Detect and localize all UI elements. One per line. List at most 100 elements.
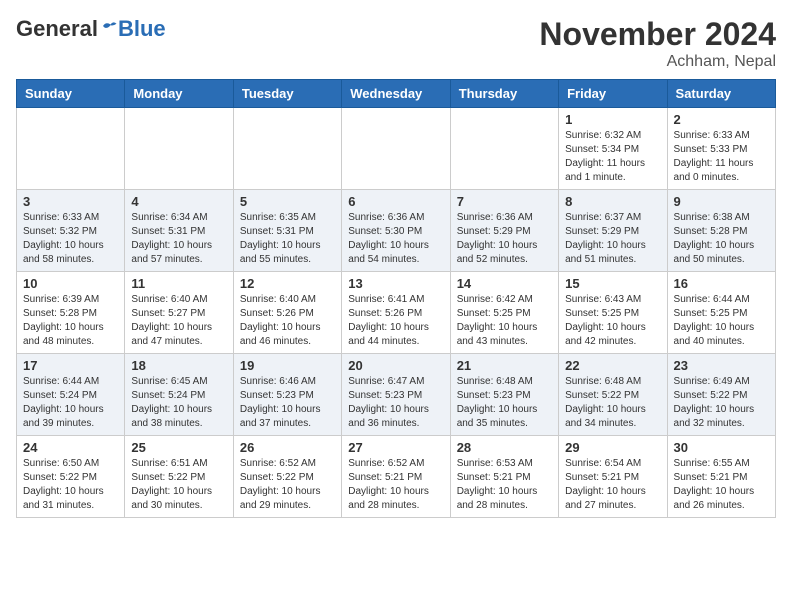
day-info: Sunrise: 6:41 AM Sunset: 5:26 PM Dayligh…	[348, 293, 443, 349]
calendar-cell: 5 Sunrise: 6:35 AM Sunset: 5:31 PM Daylig…	[233, 190, 341, 272]
calendar-cell: 21 Sunrise: 6:48 AM Sunset: 5:23 PM Dayli…	[450, 354, 558, 436]
calendar-cell: 18Sunrise: 6:45 AM Sunset: 5:24 PM Dayli…	[125, 354, 233, 436]
day-header-thursday: Thursday	[450, 80, 558, 108]
calendar-cell: 19 Sunrise: 6:46 AM Sunset: 5:23 PM Dayli…	[233, 354, 341, 436]
calendar-header-row: SundayMondayTuesdayWednesdayThursdayFrid…	[17, 80, 776, 108]
day-number: 1	[565, 112, 660, 127]
calendar-cell	[17, 108, 125, 190]
day-number: 9	[674, 194, 769, 209]
day-number: 24	[23, 440, 118, 455]
day-number: 28	[457, 440, 552, 455]
day-number: 6	[348, 194, 443, 209]
day-number: 7	[457, 194, 552, 209]
day-info: Sunrise: 6:52 AM Sunset: 5:21 PM Dayligh…	[348, 457, 443, 513]
day-number: 20	[348, 358, 443, 373]
day-info: Sunrise: 6:32 AM Sunset: 5:34 PM Dayligh…	[565, 129, 660, 185]
calendar-cell: 10Sunrise: 6:39 AM Sunset: 5:28 PM Dayli…	[17, 272, 125, 354]
calendar-cell	[233, 108, 341, 190]
day-header-saturday: Saturday	[667, 80, 775, 108]
month-title: November 2024	[539, 16, 776, 53]
day-info: Sunrise: 6:35 AM Sunset: 5:31 PM Dayligh…	[240, 211, 335, 267]
day-info: Sunrise: 6:44 AM Sunset: 5:25 PM Dayligh…	[674, 293, 769, 349]
day-number: 27	[348, 440, 443, 455]
day-info: Sunrise: 6:51 AM Sunset: 5:22 PM Dayligh…	[131, 457, 226, 513]
logo-blue: Blue	[118, 16, 166, 42]
calendar-cell: 30 Sunrise: 6:55 AM Sunset: 5:21 PM Dayli…	[667, 436, 775, 518]
day-info: Sunrise: 6:44 AM Sunset: 5:24 PM Dayligh…	[23, 375, 118, 431]
day-number: 3	[23, 194, 118, 209]
day-header-wednesday: Wednesday	[342, 80, 450, 108]
day-number: 14	[457, 276, 552, 291]
day-number: 29	[565, 440, 660, 455]
day-number: 2	[674, 112, 769, 127]
calendar-table: SundayMondayTuesdayWednesdayThursdayFrid…	[16, 79, 776, 518]
calendar-cell: 26 Sunrise: 6:52 AM Sunset: 5:22 PM Dayli…	[233, 436, 341, 518]
day-number: 22	[565, 358, 660, 373]
calendar-cell: 16 Sunrise: 6:44 AM Sunset: 5:25 PM Dayli…	[667, 272, 775, 354]
day-info: Sunrise: 6:39 AM Sunset: 5:28 PM Dayligh…	[23, 293, 118, 349]
calendar-cell: 13 Sunrise: 6:41 AM Sunset: 5:26 PM Dayli…	[342, 272, 450, 354]
calendar-cell: 6 Sunrise: 6:36 AM Sunset: 5:30 PM Daylig…	[342, 190, 450, 272]
page-header: General Blue November 2024 Achham, Nepal	[16, 16, 776, 71]
calendar-cell: 3 Sunrise: 6:33 AM Sunset: 5:32 PM Daylig…	[17, 190, 125, 272]
calendar-cell: 2 Sunrise: 6:33 AM Sunset: 5:33 PM Daylig…	[667, 108, 775, 190]
calendar-cell: 22 Sunrise: 6:48 AM Sunset: 5:22 PM Dayli…	[559, 354, 667, 436]
day-info: Sunrise: 6:47 AM Sunset: 5:23 PM Dayligh…	[348, 375, 443, 431]
calendar-cell: 25Sunrise: 6:51 AM Sunset: 5:22 PM Dayli…	[125, 436, 233, 518]
day-info: Sunrise: 6:48 AM Sunset: 5:23 PM Dayligh…	[457, 375, 552, 431]
day-number: 23	[674, 358, 769, 373]
day-number: 26	[240, 440, 335, 455]
day-number: 30	[674, 440, 769, 455]
week-row-4: 17 Sunrise: 6:44 AM Sunset: 5:24 PM Dayli…	[17, 354, 776, 436]
logo-general: General	[16, 16, 98, 42]
day-info: Sunrise: 6:53 AM Sunset: 5:21 PM Dayligh…	[457, 457, 552, 513]
location-title: Achham, Nepal	[539, 53, 776, 71]
day-info: Sunrise: 6:48 AM Sunset: 5:22 PM Dayligh…	[565, 375, 660, 431]
day-header-friday: Friday	[559, 80, 667, 108]
day-info: Sunrise: 6:36 AM Sunset: 5:30 PM Dayligh…	[348, 211, 443, 267]
calendar-cell: 11Sunrise: 6:40 AM Sunset: 5:27 PM Dayli…	[125, 272, 233, 354]
day-info: Sunrise: 6:37 AM Sunset: 5:29 PM Dayligh…	[565, 211, 660, 267]
day-info: Sunrise: 6:43 AM Sunset: 5:25 PM Dayligh…	[565, 293, 660, 349]
calendar-cell: 4 Sunrise: 6:34 AM Sunset: 5:31 PM Daylig…	[125, 190, 233, 272]
calendar-cell: 20 Sunrise: 6:47 AM Sunset: 5:23 PM Dayli…	[342, 354, 450, 436]
day-number: 15	[565, 276, 660, 291]
day-number: 8	[565, 194, 660, 209]
calendar-cell: 12 Sunrise: 6:40 AM Sunset: 5:26 PM Dayli…	[233, 272, 341, 354]
calendar-cell: 28 Sunrise: 6:53 AM Sunset: 5:21 PM Dayli…	[450, 436, 558, 518]
logo: General Blue	[16, 16, 166, 42]
day-info: Sunrise: 6:55 AM Sunset: 5:21 PM Dayligh…	[674, 457, 769, 513]
week-row-1: 1 Sunrise: 6:32 AM Sunset: 5:34 PM Daylig…	[17, 108, 776, 190]
day-number: 13	[348, 276, 443, 291]
calendar-cell: 9 Sunrise: 6:38 AM Sunset: 5:28 PM Daylig…	[667, 190, 775, 272]
week-row-2: 3 Sunrise: 6:33 AM Sunset: 5:32 PM Daylig…	[17, 190, 776, 272]
day-info: Sunrise: 6:52 AM Sunset: 5:22 PM Dayligh…	[240, 457, 335, 513]
day-info: Sunrise: 6:34 AM Sunset: 5:31 PM Dayligh…	[131, 211, 226, 267]
day-number: 4	[131, 194, 226, 209]
day-info: Sunrise: 6:49 AM Sunset: 5:22 PM Dayligh…	[674, 375, 769, 431]
calendar-cell: 23 Sunrise: 6:49 AM Sunset: 5:22 PM Dayli…	[667, 354, 775, 436]
day-info: Sunrise: 6:33 AM Sunset: 5:33 PM Dayligh…	[674, 129, 769, 185]
day-number: 16	[674, 276, 769, 291]
day-info: Sunrise: 6:40 AM Sunset: 5:26 PM Dayligh…	[240, 293, 335, 349]
calendar-cell: 1 Sunrise: 6:32 AM Sunset: 5:34 PM Daylig…	[559, 108, 667, 190]
day-number: 21	[457, 358, 552, 373]
day-info: Sunrise: 6:33 AM Sunset: 5:32 PM Dayligh…	[23, 211, 118, 267]
day-info: Sunrise: 6:45 AM Sunset: 5:24 PM Dayligh…	[131, 375, 226, 431]
calendar-cell: 8 Sunrise: 6:37 AM Sunset: 5:29 PM Daylig…	[559, 190, 667, 272]
calendar-cell: 7Sunrise: 6:36 AM Sunset: 5:29 PM Daylig…	[450, 190, 558, 272]
calendar-cell	[450, 108, 558, 190]
day-number: 12	[240, 276, 335, 291]
day-number: 17	[23, 358, 118, 373]
day-number: 19	[240, 358, 335, 373]
day-info: Sunrise: 6:40 AM Sunset: 5:27 PM Dayligh…	[131, 293, 226, 349]
calendar-cell: 24Sunrise: 6:50 AM Sunset: 5:22 PM Dayli…	[17, 436, 125, 518]
day-number: 5	[240, 194, 335, 209]
calendar-cell: 29Sunrise: 6:54 AM Sunset: 5:21 PM Dayli…	[559, 436, 667, 518]
day-info: Sunrise: 6:46 AM Sunset: 5:23 PM Dayligh…	[240, 375, 335, 431]
day-header-monday: Monday	[125, 80, 233, 108]
calendar-cell	[125, 108, 233, 190]
calendar-cell	[342, 108, 450, 190]
week-row-3: 10Sunrise: 6:39 AM Sunset: 5:28 PM Dayli…	[17, 272, 776, 354]
day-info: Sunrise: 6:38 AM Sunset: 5:28 PM Dayligh…	[674, 211, 769, 267]
